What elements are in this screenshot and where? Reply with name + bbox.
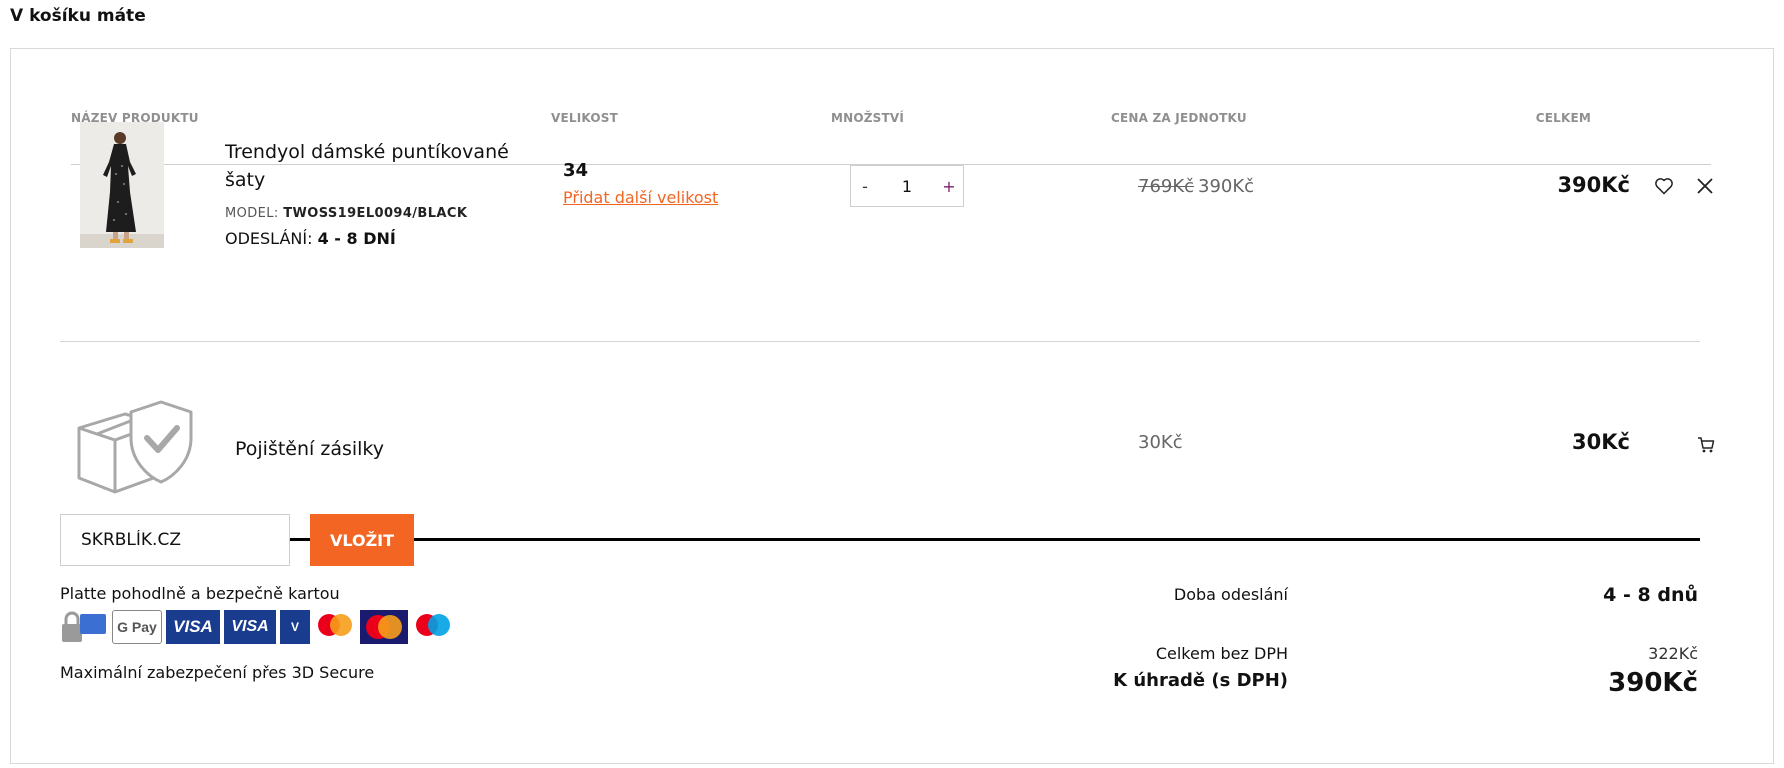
- row-divider: [60, 341, 1700, 342]
- package-shield-icon: [75, 398, 195, 502]
- close-icon[interactable]: [1695, 176, 1715, 200]
- gpay-logo: G Pay: [112, 610, 162, 644]
- header-quantity: MNOŽSTVÍ: [831, 111, 905, 125]
- payment-logos: G Pay VISA VISA V: [60, 610, 454, 644]
- heart-icon[interactable]: [1654, 176, 1674, 200]
- cart-icon[interactable]: [1697, 436, 1715, 458]
- header-size: VELIKOST: [551, 111, 618, 125]
- secure-text: Maximální zabezpečení přes 3D Secure: [60, 663, 375, 682]
- vpay-logo: V: [280, 610, 310, 644]
- product-image[interactable]: [80, 122, 164, 248]
- line-total: 390Kč: [1557, 173, 1630, 197]
- quantity-decrease-button[interactable]: -: [851, 177, 879, 196]
- secure-lock-icon: [60, 610, 108, 644]
- summary-divider: [60, 538, 1700, 541]
- product-model: MODEL: TWOSS19EL0094/BLACK: [225, 206, 467, 221]
- dispatch-value: 4 - 8 dnů: [1603, 584, 1698, 606]
- dispatch-label: ODESLÁNÍ:: [225, 229, 313, 248]
- old-price: 769Kč: [1138, 176, 1195, 197]
- unit-price: 390Kč: [1198, 176, 1255, 197]
- visa-electron-logo: VISA: [224, 610, 276, 644]
- quantity-increase-button[interactable]: +: [935, 177, 963, 196]
- coupon-input[interactable]: [60, 514, 290, 566]
- model-code: TWOSS19EL0094/BLACK: [283, 206, 468, 221]
- quantity-stepper: - 1 +: [850, 165, 964, 207]
- product-dispatch: ODESLÁNÍ: 4 - 8 DNÍ: [225, 229, 396, 248]
- model-label: MODEL:: [225, 206, 279, 221]
- apply-coupon-button[interactable]: VLOŽIT: [310, 514, 414, 566]
- maestro-electronic-logo: [360, 610, 408, 644]
- maestro-logo: [412, 610, 454, 644]
- dispatch-time: 4 - 8 DNÍ: [317, 229, 396, 248]
- net-total-value: 322Kč: [1648, 644, 1698, 663]
- page-title: V košíku máte: [10, 6, 146, 26]
- visa-logo: VISA: [166, 610, 220, 644]
- quantity-value[interactable]: 1: [879, 177, 935, 196]
- header-total: CELKEM: [1535, 111, 1591, 125]
- grand-total-value: 390Kč: [1608, 668, 1698, 698]
- dispatch-label: Doba odeslání: [1173, 585, 1288, 604]
- insurance-price: 30Kč: [1138, 432, 1183, 453]
- size-value: 34: [563, 160, 589, 181]
- add-size-link[interactable]: Přidat další velikost: [563, 188, 718, 207]
- insurance-total: 30Kč: [1572, 430, 1630, 454]
- grand-total-label: K úhradě (s DPH): [1113, 670, 1288, 691]
- mastercard-logo: [314, 610, 356, 644]
- header-unit-price: CENA ZA JEDNOTKU: [1111, 111, 1247, 125]
- product-name[interactable]: Trendyol dámské puntíkované šaty: [225, 138, 535, 194]
- insurance-name: Pojištění zásilky: [235, 438, 385, 460]
- net-total-label: Celkem bez DPH: [1155, 644, 1288, 663]
- payment-text: Platte pohodlně a bezpečně kartou: [60, 584, 340, 603]
